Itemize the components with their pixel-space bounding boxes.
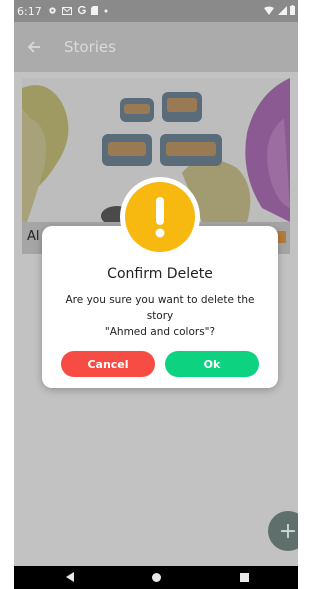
status-time: 6:17 xyxy=(17,4,42,18)
status-notification-icons xyxy=(48,5,108,18)
plus-icon: + xyxy=(278,518,298,544)
wifi-icon xyxy=(264,6,274,15)
warning-circle xyxy=(125,182,195,252)
story-card-title: Al xyxy=(27,229,40,244)
battery-icon xyxy=(290,4,295,15)
sd-card-icon xyxy=(91,5,99,15)
app-bar-title: Stories xyxy=(64,38,116,56)
cancel-button[interactable]: Cancel xyxy=(61,351,155,377)
status-bar: 6:17 xyxy=(14,0,298,22)
google-icon xyxy=(77,5,86,14)
recents-square-icon[interactable] xyxy=(240,573,249,582)
add-story-button[interactable]: + xyxy=(268,511,298,551)
status-system-icons xyxy=(264,4,295,18)
warning-badge xyxy=(120,177,200,257)
dialog-message-line1: Are you sure you want to delete the stor… xyxy=(65,294,255,322)
home-circle-icon[interactable] xyxy=(152,573,161,582)
system-nav-bar xyxy=(14,566,298,589)
arrow-left-icon[interactable] xyxy=(26,39,42,55)
exclamation-icon xyxy=(155,197,165,238)
ok-button[interactable]: Ok xyxy=(165,351,259,377)
mail-icon xyxy=(62,6,73,15)
app-bar: Stories xyxy=(14,22,298,72)
back-triangle-icon[interactable] xyxy=(66,572,74,582)
dialog-title: Confirm Delete xyxy=(107,266,213,282)
dialog-message: Are you sure you want to delete the stor… xyxy=(52,292,268,340)
settings-icon xyxy=(49,6,56,14)
dot-icon xyxy=(104,9,108,12)
signal-icon xyxy=(277,5,287,15)
dialog-message-line2: "Ahmed and colors"? xyxy=(104,326,216,338)
